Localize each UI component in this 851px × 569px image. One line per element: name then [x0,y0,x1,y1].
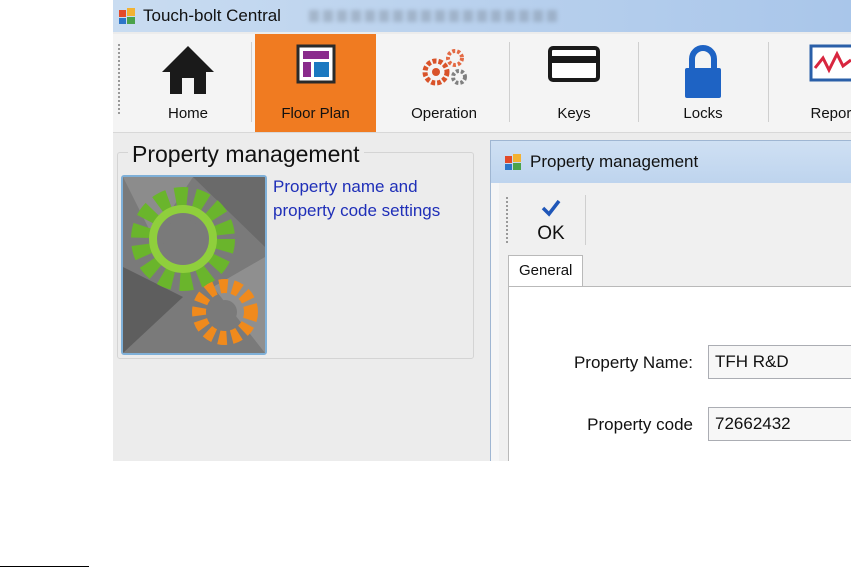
property-management-dialog: Property management OK General Property … [490,140,851,461]
card-key-icon [548,46,600,82]
title-bar: Touch-bolt Central [113,0,851,32]
window-title: Touch-bolt Central [143,6,281,25]
toolbar-keys-button[interactable]: Keys [511,34,637,132]
dialog-toolbar-grip[interactable] [506,197,508,243]
app-icon [119,8,135,24]
checkmark-icon [541,199,561,217]
padlock-icon [685,45,721,98]
ok-button[interactable]: OK [527,197,575,245]
property-name-field[interactable] [708,345,851,379]
toolbar-locks-label: Locks [683,105,723,122]
title-extra-blurred [308,10,559,22]
dialog-app-icon [505,154,521,170]
application-window: Touch-bolt Central Home Floor Plan Opera… [113,0,851,461]
toolbar-locks-button[interactable]: Locks [640,34,766,132]
property-settings-link[interactable]: Property name and property code settings [273,175,463,223]
settings-thumbnail[interactable] [121,175,267,355]
toolbar-report-button[interactable]: Report [770,34,851,132]
toolbar-report-label: Report [810,105,851,122]
toolbar-grip[interactable] [118,44,120,116]
toolbar-home-button[interactable]: Home [125,34,251,132]
property-code-field[interactable] [708,407,851,441]
floor-plan-icon [296,44,335,84]
property-code-label: Property code [587,415,693,434]
dialog-body: OK General Property Name: Property code [499,183,851,461]
property-management-panel: Property management Property name and pr… [117,141,474,359]
dialog-title: Property management [530,152,699,171]
general-tab-page: Property Name: Property code [508,286,851,461]
ok-label: OK [537,223,565,244]
toolbar-floor-plan-button[interactable]: Floor Plan [255,34,376,132]
dialog-title-bar: Property management [491,141,851,183]
toolbar-floor-plan-label: Floor Plan [281,105,350,122]
gears-icon [422,49,467,86]
toolbar-operation-label: Operation [411,105,477,122]
main-toolbar: Home Floor Plan Operation Keys Locks Rep… [113,34,851,133]
house-icon [162,46,214,94]
tab-general[interactable]: General [508,255,584,286]
gears-settings-icon [123,177,265,353]
toolbar-operation-button[interactable]: Operation [380,34,508,132]
property-name-label: Property Name: [573,353,693,372]
toolbar-home-label: Home [167,105,208,122]
toolbar-keys-label: Keys [557,105,591,122]
panel-title: Property management [128,141,364,168]
footnote-rule [0,566,89,567]
chart-report-icon [809,44,851,82]
